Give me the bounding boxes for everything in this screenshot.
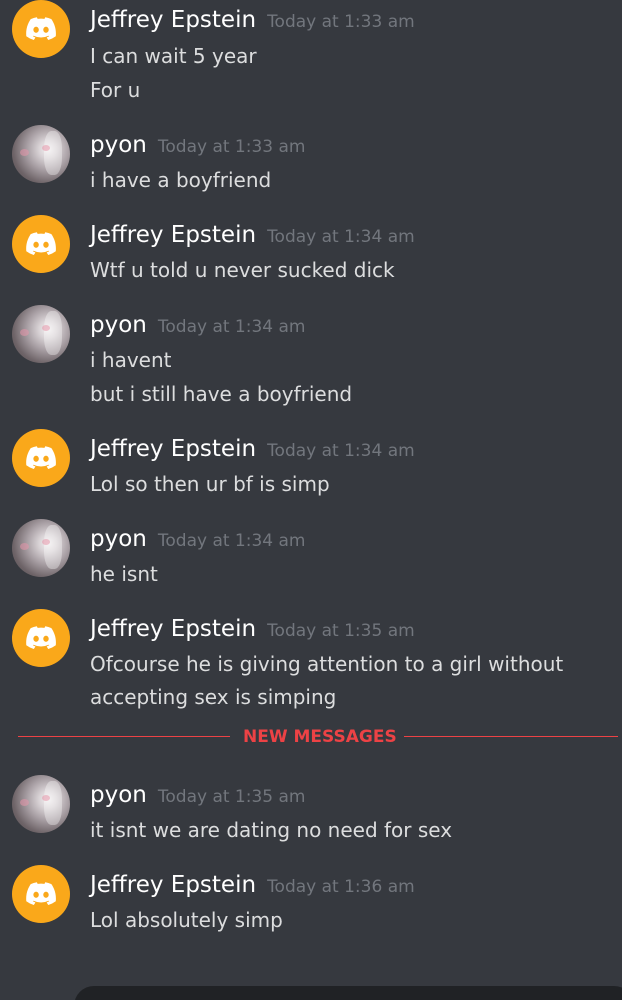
timestamp: Today at 1:34 am xyxy=(267,441,415,461)
avatar[interactable] xyxy=(12,125,70,183)
username[interactable]: Jeffrey Epstein xyxy=(90,5,256,35)
username[interactable]: Jeffrey Epstein xyxy=(90,434,256,464)
discord-logo-icon xyxy=(26,882,56,905)
message-text: I can wait 5 year xyxy=(90,44,257,68)
message-header: Jeffrey Epstein Today at 1:34 am xyxy=(90,220,415,250)
message-text: Lol absolutely simp xyxy=(90,908,283,932)
message-header: pyon Today at 1:35 am xyxy=(90,780,306,810)
message-header: Jeffrey Epstein Today at 1:33 am xyxy=(90,5,415,35)
message-text: Lol so then ur bf is simp xyxy=(90,472,330,496)
avatar[interactable] xyxy=(12,775,70,833)
username[interactable]: Jeffrey Epstein xyxy=(90,220,256,250)
message-text: Ofcourse he is giving attention to a gir… xyxy=(90,652,564,676)
avatar[interactable] xyxy=(12,609,70,667)
avatar[interactable] xyxy=(12,0,70,58)
message-text: but i still have a boyfriend xyxy=(90,382,353,406)
username[interactable]: Jeffrey Epstein xyxy=(90,614,256,644)
message-header: Jeffrey Epstein Today at 1:36 am xyxy=(90,870,415,900)
timestamp: Today at 1:34 am xyxy=(157,531,306,551)
message-text: For u xyxy=(90,78,141,102)
message-text: i have a boyfriend xyxy=(90,168,272,192)
discord-logo-icon xyxy=(26,232,56,255)
new-messages-divider: NEW MESSAGES xyxy=(18,724,618,750)
avatar[interactable] xyxy=(12,305,70,363)
message-header: pyon Today at 1:34 am xyxy=(90,310,306,340)
message-header: Jeffrey Epstein Today at 1:35 am xyxy=(90,614,415,644)
user-photo-avatar xyxy=(44,781,62,825)
message-text: accepting sex is simping xyxy=(90,685,337,709)
new-messages-label: NEW MESSAGES xyxy=(243,727,397,747)
timestamp: Today at 1:33 am xyxy=(157,137,306,157)
username[interactable]: pyon xyxy=(90,780,147,810)
username[interactable]: pyon xyxy=(90,310,147,340)
chat-message-list: Jeffrey Epstein Today at 1:33 am I can w… xyxy=(0,0,622,1000)
timestamp: Today at 1:33 am xyxy=(267,12,415,32)
message-text: i havent xyxy=(90,348,172,372)
timestamp: Today at 1:35 am xyxy=(157,787,306,807)
message-text: he isnt xyxy=(90,562,158,586)
avatar[interactable] xyxy=(12,865,70,923)
timestamp: Today at 1:34 am xyxy=(267,227,415,247)
discord-logo-icon xyxy=(26,17,56,40)
username[interactable]: Jeffrey Epstein xyxy=(90,870,256,900)
message-text: it isnt we are dating no need for sex xyxy=(90,818,453,842)
timestamp: Today at 1:36 am xyxy=(267,877,415,897)
message-header: Jeffrey Epstein Today at 1:34 am xyxy=(90,434,415,464)
message-composer[interactable] xyxy=(74,986,622,1000)
message-header: pyon Today at 1:34 am xyxy=(90,524,306,554)
username[interactable]: pyon xyxy=(90,524,147,554)
message-header: pyon Today at 1:33 am xyxy=(90,130,306,160)
divider-line xyxy=(18,736,230,737)
timestamp: Today at 1:35 am xyxy=(267,621,415,641)
divider-line xyxy=(404,736,618,737)
discord-logo-icon xyxy=(26,626,56,649)
discord-logo-icon xyxy=(26,446,56,469)
user-photo-avatar xyxy=(44,525,62,569)
user-photo-avatar xyxy=(44,131,62,175)
avatar[interactable] xyxy=(12,429,70,487)
username[interactable]: pyon xyxy=(90,130,147,160)
timestamp: Today at 1:34 am xyxy=(157,317,306,337)
avatar[interactable] xyxy=(12,519,70,577)
message-text: Wtf u told u never sucked dick xyxy=(90,258,395,282)
user-photo-avatar xyxy=(44,311,62,355)
avatar[interactable] xyxy=(12,215,70,273)
